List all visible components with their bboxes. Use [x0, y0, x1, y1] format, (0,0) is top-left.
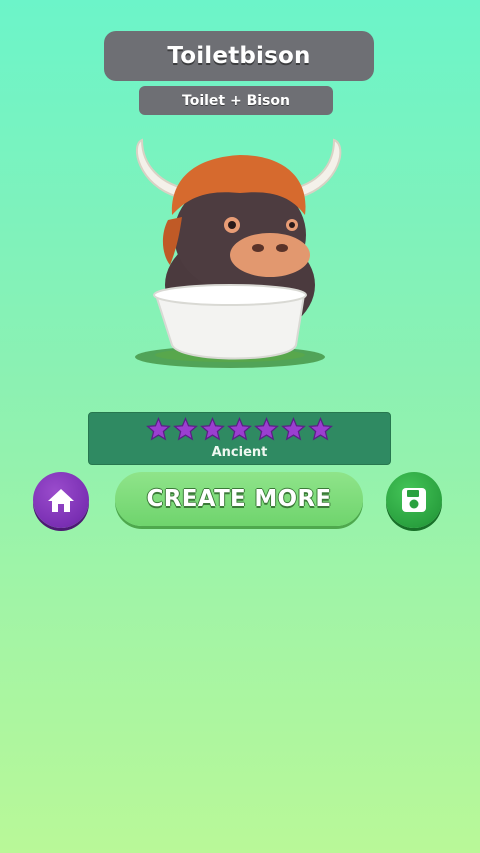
star-icon	[281, 417, 306, 441]
create-more-button[interactable]: CREATE MORE	[115, 472, 363, 526]
creature-name-banner: Toiletbison	[104, 31, 374, 81]
recipe-text: Toilet + Bison	[182, 92, 290, 109]
rarity-label: Ancient	[211, 445, 268, 460]
star-icon	[173, 417, 198, 441]
home-button[interactable]	[33, 472, 89, 528]
star-icon	[308, 417, 333, 441]
rarity-stars	[89, 417, 390, 442]
star-icon	[254, 417, 279, 441]
home-icon	[48, 489, 74, 512]
star-icon	[227, 417, 252, 441]
create-more-label: CREATE MORE	[146, 486, 332, 512]
recipe-banner: Toilet + Bison	[139, 86, 333, 115]
star-icon	[200, 417, 225, 441]
star-icon	[146, 417, 171, 441]
save-icon	[402, 488, 426, 512]
save-button[interactable]	[386, 472, 442, 528]
rarity-panel: Ancient	[88, 412, 391, 465]
creature-image	[120, 135, 360, 375]
creature-name: Toiletbison	[167, 43, 311, 69]
